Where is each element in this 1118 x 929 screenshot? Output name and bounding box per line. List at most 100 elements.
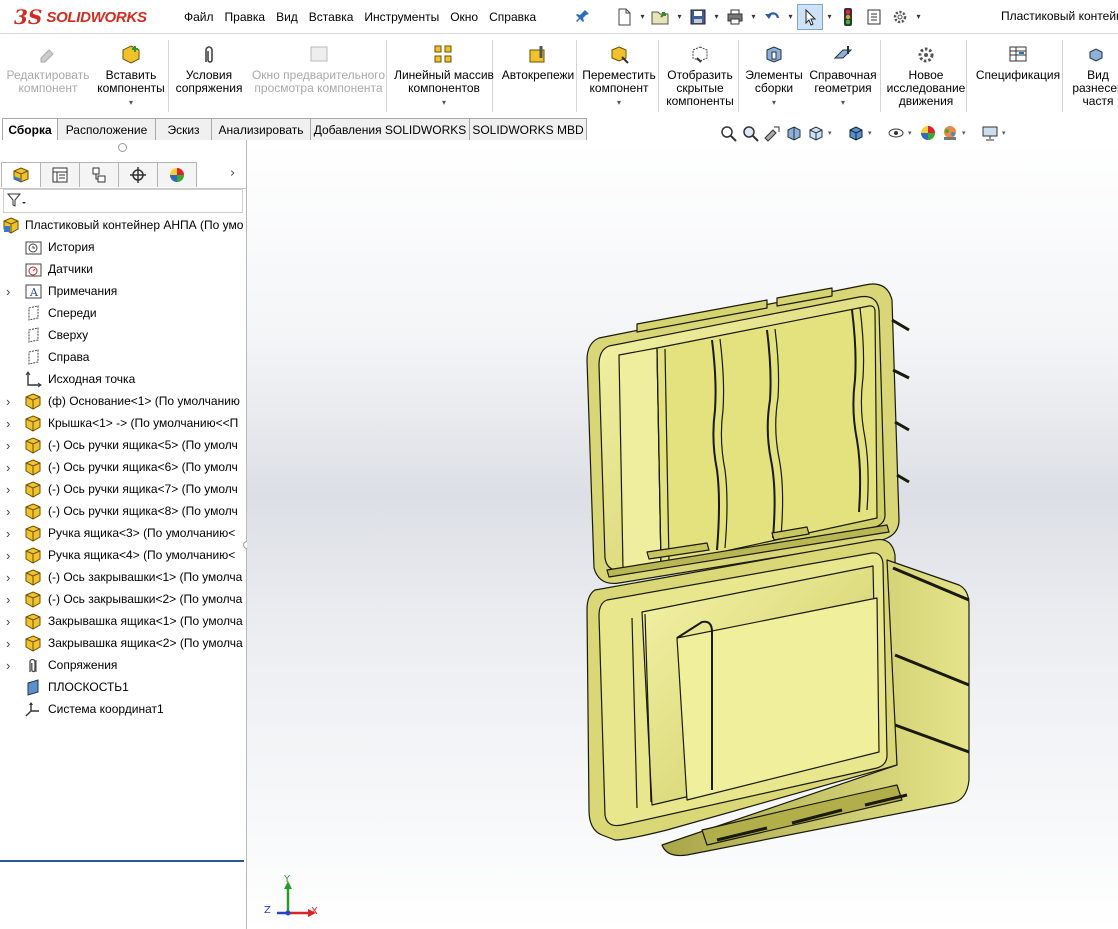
hide-show-items-icon[interactable] <box>886 123 906 143</box>
ribbon-button-move-component[interactable]: Переместить компонент ▾ <box>580 34 658 118</box>
tree-item[interactable]: Система координат1 <box>0 698 246 720</box>
chevron-right-icon[interactable]: › <box>6 504 14 519</box>
tree-item[interactable]: › Закрывашка ящика<2> (По умолча <box>0 632 246 654</box>
graphics-area[interactable]: Y X Z <box>247 140 1118 929</box>
chevron-right-icon[interactable]: › <box>6 570 14 585</box>
chevron-down-icon[interactable]: ▾ <box>962 129 970 137</box>
tree-item[interactable]: › (ф) Основание<1> (По умолчанию <box>0 390 246 412</box>
view-settings-icon[interactable] <box>980 123 1000 143</box>
rollback-bar[interactable] <box>0 860 244 862</box>
menu-item[interactable]: Правка <box>223 10 275 24</box>
chevron-right-icon[interactable]: › <box>6 438 14 453</box>
apply-scene-icon[interactable] <box>940 123 960 143</box>
chevron-right-icon[interactable]: › <box>6 636 14 651</box>
ribbon-button-show-hidden[interactable]: Отобразить скрытые компоненты <box>662 34 738 118</box>
tab-1[interactable]: Расположение <box>57 118 156 140</box>
dimxpertmanager-icon[interactable] <box>118 162 158 187</box>
filter-funnel-icon[interactable] <box>6 192 27 211</box>
tree-item[interactable]: История <box>0 236 246 258</box>
tree-item[interactable]: › (-) Ось закрывашки<1> (По умолча <box>0 566 246 588</box>
new-document-icon[interactable] <box>612 5 636 29</box>
chevron-down-icon[interactable]: ▾ <box>772 96 776 109</box>
propertymanager-icon[interactable] <box>40 162 80 187</box>
menu-item[interactable]: Инструменты <box>362 10 448 24</box>
tree-item[interactable]: Справа <box>0 346 246 368</box>
previous-view-icon[interactable] <box>762 123 782 143</box>
chevron-right-icon[interactable]: › <box>6 592 14 607</box>
print-icon[interactable] <box>723 5 747 29</box>
save-icon[interactable] <box>686 5 710 29</box>
ribbon-button-exploded-view[interactable]: Видразнесенчастя <box>1068 34 1118 118</box>
menu-item[interactable]: Вид <box>274 10 307 24</box>
menu-item[interactable]: Файл <box>182 10 223 24</box>
tab-2[interactable]: Эскиз <box>155 118 212 140</box>
tree-item[interactable]: › (-) Ось ручки ящика<6> (По умолч <box>0 456 246 478</box>
tree-item[interactable]: › Крышка<1> -> (По умолчанию<<П <box>0 412 246 434</box>
ribbon-button-linear-pattern[interactable]: Линейный массив компонентов ▾ <box>392 34 496 118</box>
chevron-down-icon[interactable]: ▾ <box>828 129 836 137</box>
display-style-icon[interactable] <box>846 123 866 143</box>
options-gear-icon[interactable] <box>888 5 912 29</box>
ribbon-button-reference-geometry[interactable]: Справочная геометрия ▾ <box>806 34 880 118</box>
chevron-right-icon[interactable]: › <box>6 460 14 475</box>
select-arrow-icon[interactable] <box>797 3 823 30</box>
chevron-right-icon[interactable]: › <box>6 284 14 299</box>
tree-item[interactable]: › (-) Ось закрывашки<2> (По умолча <box>0 588 246 610</box>
pin-icon[interactable] <box>576 9 590 26</box>
tree-item[interactable]: › Закрывашка ящика<1> (По умолча <box>0 610 246 632</box>
file-properties-icon[interactable] <box>862 5 886 29</box>
pane-splitter-grip[interactable] <box>118 143 127 152</box>
tree-item[interactable]: Сверху <box>0 324 246 346</box>
zoom-to-area-icon[interactable] <box>740 123 760 143</box>
tree-item[interactable]: › A Примечания <box>0 280 246 302</box>
chevron-down-icon[interactable]: ▾ <box>786 5 795 29</box>
ribbon-button-mate-paperclip[interactable]: Условия сопряжения <box>172 34 246 118</box>
tree-item[interactable]: › (-) Ось ручки ящика<7> (По умолч <box>0 478 246 500</box>
tree-item[interactable]: › Ручка ящика<3> (По умолчанию< <box>0 522 246 544</box>
rebuild-traffic-light-icon[interactable] <box>836 5 860 29</box>
edit-appearance-icon[interactable] <box>918 123 938 143</box>
tab-3[interactable]: Анализировать <box>211 118 311 140</box>
chevron-right-icon[interactable]: › <box>6 658 14 673</box>
menu-item[interactable]: Справка <box>487 10 545 24</box>
chevron-down-icon[interactable]: ▾ <box>914 5 923 29</box>
ribbon-button-bom[interactable]: Спецификация <box>972 34 1064 118</box>
menu-item[interactable]: Окно <box>448 10 487 24</box>
zoom-to-fit-icon[interactable] <box>718 123 738 143</box>
open-icon[interactable] <box>649 5 673 29</box>
tab-0[interactable]: Сборка <box>2 118 58 140</box>
ribbon-button-insert-components[interactable]: Вставить компоненты ▾ <box>93 34 169 118</box>
chevron-down-icon[interactable]: ▾ <box>638 5 647 29</box>
chevron-right-icon[interactable]: › <box>6 614 14 629</box>
chevron-down-icon[interactable]: ▾ <box>825 5 834 29</box>
chevron-right-icon[interactable]: › <box>230 166 235 181</box>
tab-5[interactable]: SOLIDWORKS MBD <box>469 118 587 140</box>
menu-item[interactable]: Вставка <box>307 10 363 24</box>
chevron-down-icon[interactable]: ▾ <box>712 5 721 29</box>
tree-item[interactable]: ПЛОСКОСТЬ1 <box>0 676 246 698</box>
tree-item[interactable]: › Сопряжения <box>0 654 246 676</box>
solidworks-logo[interactable]: 3S SOLIDWORKS <box>14 5 147 29</box>
chevron-down-icon[interactable]: ▾ <box>1002 129 1010 137</box>
tree-item[interactable]: Исходная точка <box>0 368 246 390</box>
displaymanager-icon[interactable] <box>157 162 197 187</box>
tree-item[interactable]: Пластиковый контейнер АНПА (По умо <box>0 214 246 236</box>
tab-4[interactable]: Добавления SOLIDWORKS <box>310 118 470 140</box>
chevron-down-icon[interactable]: ▾ <box>841 96 845 109</box>
view-orientation-icon[interactable] <box>806 123 826 143</box>
chevron-down-icon[interactable]: ▾ <box>442 96 446 109</box>
chevron-down-icon[interactable]: ▾ <box>749 5 758 29</box>
ribbon-button-edit-component[interactable]: Редактировать компонент <box>5 34 91 118</box>
chevron-down-icon[interactable]: ▾ <box>868 129 876 137</box>
featuremanager-icon[interactable] <box>1 162 41 187</box>
tree-item[interactable]: › Ручка ящика<4> (По умолчанию< <box>0 544 246 566</box>
undo-icon[interactable] <box>760 5 784 29</box>
ribbon-button-motion-study[interactable]: Новое исследование движения <box>886 34 966 118</box>
chevron-right-icon[interactable]: › <box>6 416 14 431</box>
ribbon-button-smart-fasteners[interactable]: Автокрепежи <box>498 34 578 118</box>
ribbon-button-assembly-features[interactable]: Элементы сборки ▾ <box>742 34 806 118</box>
tree-item[interactable]: › (-) Ось ручки ящика<5> (По умолч <box>0 434 246 456</box>
chevron-down-icon[interactable]: ▾ <box>617 96 621 109</box>
chevron-right-icon[interactable]: › <box>6 482 14 497</box>
tree-item[interactable]: › (-) Ось ручки ящика<8> (По умолч <box>0 500 246 522</box>
